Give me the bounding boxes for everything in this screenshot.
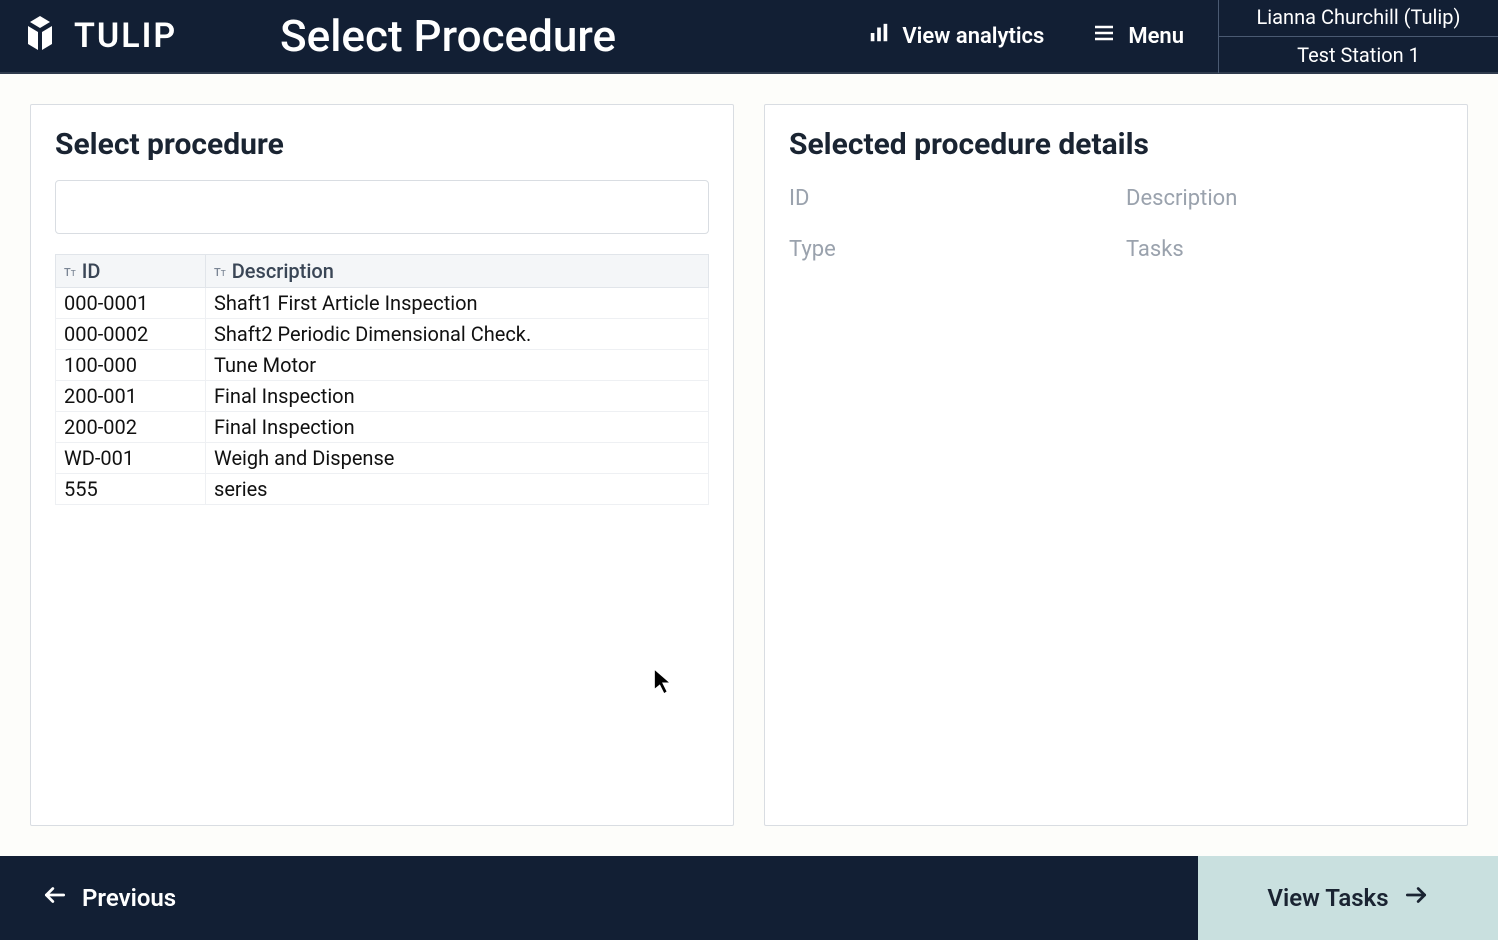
cell-id: 000-0002 <box>56 319 206 350</box>
main-content: Select procedure Tᴛ ID Tᴛ Description <box>0 74 1498 856</box>
page-title: Select Procedure <box>280 10 616 62</box>
previous-button[interactable]: Previous <box>0 856 218 940</box>
brand-logo: TULIP <box>0 14 260 58</box>
procedure-details-panel: Selected procedure details ID Descriptio… <box>764 104 1468 826</box>
analytics-icon <box>868 22 890 50</box>
detail-label-type: Type <box>789 237 1106 262</box>
previous-label: Previous <box>82 884 176 912</box>
menu-button[interactable]: Menu <box>1092 21 1184 51</box>
procedure-details-title: Selected procedure details <box>789 127 1443 162</box>
cell-id: 200-001 <box>56 381 206 412</box>
brand-name: TULIP <box>74 16 177 56</box>
table-row[interactable]: WD-001Weigh and Dispense <box>56 443 709 474</box>
cell-id: 555 <box>56 474 206 505</box>
cell-description: series <box>206 474 709 505</box>
detail-label-id: ID <box>789 186 1106 211</box>
cell-description: Final Inspection <box>206 412 709 443</box>
tulip-logo-icon <box>20 14 60 58</box>
table-row[interactable]: 000-0001Shaft1 First Article Inspection <box>56 288 709 319</box>
cell-id: 000-0001 <box>56 288 206 319</box>
text-type-icon: Tᴛ <box>214 267 226 278</box>
view-analytics-label: View analytics <box>902 24 1044 49</box>
cell-description: Tune Motor <box>206 350 709 381</box>
menu-icon <box>1092 21 1116 51</box>
arrow-left-icon <box>42 882 68 914</box>
detail-label-tasks: Tasks <box>1126 237 1443 262</box>
cell-id: 200-002 <box>56 412 206 443</box>
procedure-search-input[interactable] <box>55 180 709 234</box>
view-analytics-link[interactable]: View analytics <box>868 22 1044 50</box>
column-header-description[interactable]: Tᴛ Description <box>206 255 709 288</box>
cell-description: Final Inspection <box>206 381 709 412</box>
cell-description: Shaft1 First Article Inspection <box>206 288 709 319</box>
cell-description: Weigh and Dispense <box>206 443 709 474</box>
select-procedure-title: Select procedure <box>55 127 709 162</box>
column-header-id[interactable]: Tᴛ ID <box>56 255 206 288</box>
table-row[interactable]: 000-0002Shaft2 Periodic Dimensional Chec… <box>56 319 709 350</box>
user-name: Lianna Churchill (Tulip) <box>1219 0 1498 37</box>
cell-id: WD-001 <box>56 443 206 474</box>
app-footer: Previous View Tasks <box>0 856 1498 940</box>
view-tasks-label: View Tasks <box>1267 884 1388 912</box>
cell-description: Shaft2 Periodic Dimensional Check. <box>206 319 709 350</box>
header-actions: View analytics Menu <box>868 21 1208 51</box>
station-name: Test Station 1 <box>1219 37 1498 74</box>
procedure-table: Tᴛ ID Tᴛ Description 000-0001Shaft1 Firs… <box>55 254 709 505</box>
view-tasks-button[interactable]: View Tasks <box>1198 856 1498 940</box>
table-row[interactable]: 200-001Final Inspection <box>56 381 709 412</box>
table-row[interactable]: 555series <box>56 474 709 505</box>
app-header: TULIP Select Procedure View analytics <box>0 0 1498 74</box>
table-row[interactable]: 200-002Final Inspection <box>56 412 709 443</box>
menu-label: Menu <box>1128 24 1184 49</box>
text-type-icon: Tᴛ <box>64 267 76 278</box>
detail-label-description: Description <box>1126 186 1443 211</box>
table-row[interactable]: 100-000Tune Motor <box>56 350 709 381</box>
select-procedure-panel: Select procedure Tᴛ ID Tᴛ Description <box>30 104 734 826</box>
user-block[interactable]: Lianna Churchill (Tulip) Test Station 1 <box>1218 0 1498 73</box>
arrow-right-icon <box>1403 882 1429 914</box>
cell-id: 100-000 <box>56 350 206 381</box>
